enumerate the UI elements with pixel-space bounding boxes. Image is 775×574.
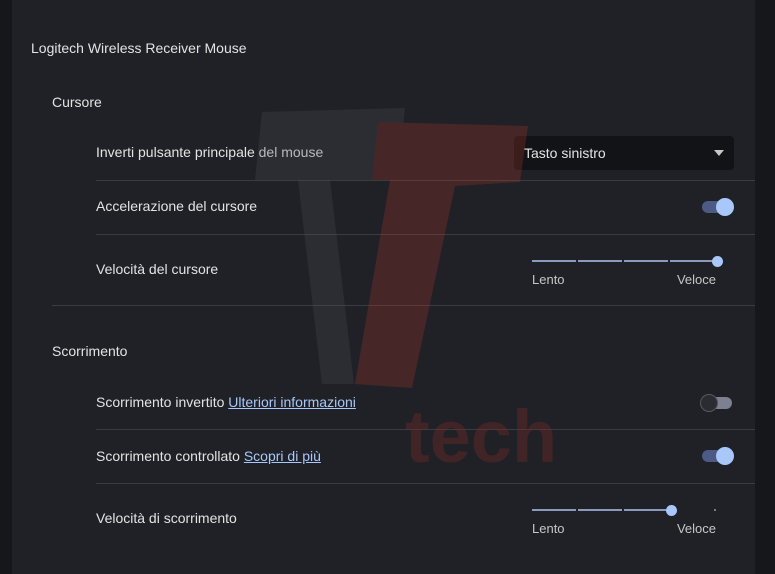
more-info-link[interactable]: Ulteriori informazioni [228,394,356,410]
slider-segment [670,260,714,262]
section-heading-scroll: Scorrimento [52,343,128,359]
page-title: Logitech Wireless Receiver Mouse [31,40,247,56]
section-heading-cursor: Cursore [52,94,102,110]
inverted-scroll-label: Scorrimento invertito [96,394,225,410]
toggle-knob [716,447,734,465]
divider [96,180,755,181]
divider [96,483,755,484]
acceleration-toggle[interactable] [700,197,734,217]
toggle-knob [716,198,734,216]
scroll-speed-label: Velocità di scorrimento [96,510,237,526]
learn-more-link[interactable]: Scopri di più [244,448,321,464]
cursor-speed-label: Velocità del cursore [96,261,219,277]
slider-segment [624,509,668,511]
inverted-scroll-toggle[interactable] [700,393,734,413]
slider-max-label: Veloce [676,521,716,536]
section-divider [52,305,755,306]
controlled-scroll-row: Scorrimento controllato Scopri di più [96,448,321,464]
acceleration-label: Accelerazione del cursore [96,198,258,214]
slider-segment [578,260,622,262]
slider-max-label: Veloce [676,272,716,287]
primary-button-select[interactable]: Tasto sinistro [514,136,734,170]
divider [96,234,755,235]
slider-segment [578,509,622,511]
scroll-speed-slider[interactable]: Lento Veloce [532,505,722,545]
toggle-knob [700,394,718,412]
slider-tick [714,509,716,511]
controlled-scroll-label: Scorrimento controllato [96,448,240,464]
slider-segment [532,260,576,262]
cursor-speed-slider[interactable]: Lento Veloce [532,256,723,296]
slider-thumb[interactable] [711,256,723,267]
controlled-scroll-toggle[interactable] [700,446,734,466]
primary-button-value: Tasto sinistro [524,145,606,161]
chevron-down-icon [714,150,724,156]
slider-segment [624,260,668,262]
slider-thumb[interactable] [665,505,677,516]
divider [96,429,755,430]
settings-panel: Logitech Wireless Receiver Mouse Cursore… [12,0,755,574]
slider-min-label: Lento [532,521,565,536]
slider-min-label: Lento [532,272,565,287]
primary-button-label: Inverti pulsante principale del mouse [96,144,324,160]
inverted-scroll-row: Scorrimento invertito Ulteriori informaz… [96,394,356,410]
slider-segment [532,509,576,511]
